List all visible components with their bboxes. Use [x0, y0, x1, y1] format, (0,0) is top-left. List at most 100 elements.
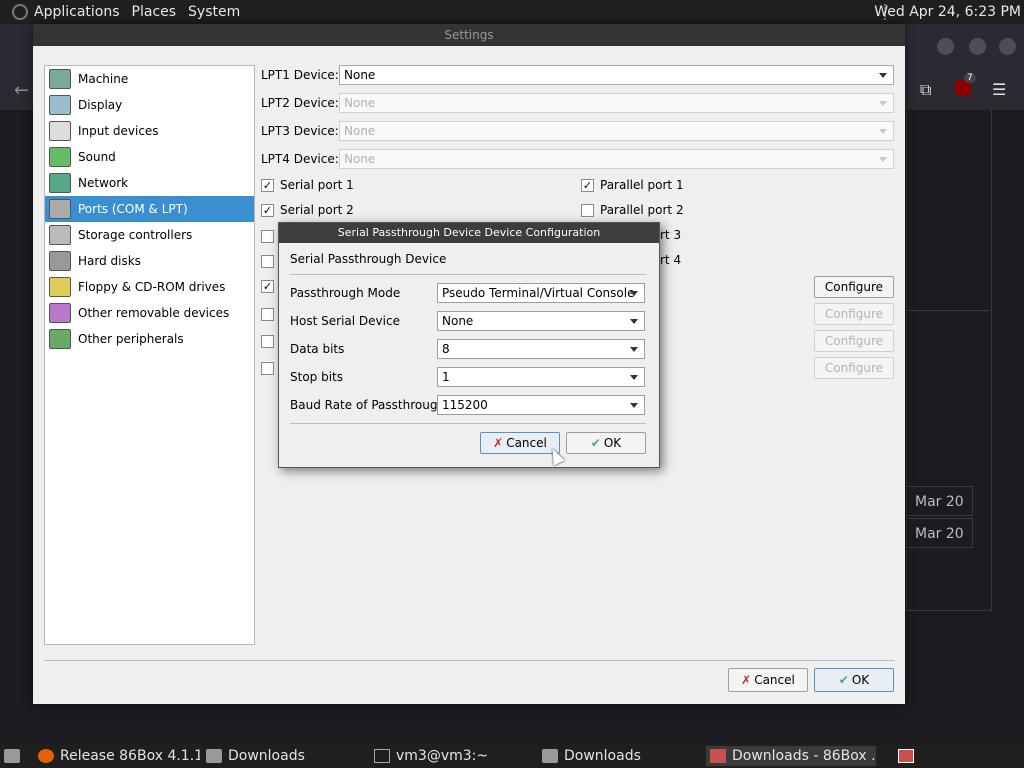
taskbar-item-86box-settings[interactable]: [894, 746, 924, 766]
settings-category-list: Machine Display Input devices Sound Netw…: [44, 65, 255, 645]
host-serial-device-label: Host Serial Device: [290, 314, 400, 328]
settings-titlebar[interactable]: Settings: [33, 24, 905, 46]
lpt2-value: None: [344, 96, 376, 110]
distribution-logo-icon[interactable]: [12, 4, 28, 20]
cancel-label: Cancel: [506, 436, 547, 450]
removable-icon: [49, 303, 71, 323]
sidebar-item-removable-devices[interactable]: Other removable devices: [45, 300, 254, 326]
taskbar-item-86box[interactable]: Downloads - 86Box ...: [706, 746, 876, 766]
serial-passthrough-4-checkbox[interactable]: [261, 362, 274, 375]
parallel-port-1-checkbox[interactable]: ✓: [581, 179, 594, 192]
minimize-window-icon[interactable]: [937, 38, 954, 55]
host-serial-device-select[interactable]: None: [437, 311, 645, 331]
sidebar-item-display[interactable]: Display: [45, 92, 254, 118]
serial-passthrough-3-checkbox[interactable]: [261, 335, 274, 348]
sidebar-item-label: Other removable devices: [78, 306, 230, 320]
lpt4-label: LPT4 Device:: [261, 152, 339, 166]
task-label: Downloads - 86Box ...: [732, 748, 876, 764]
extensions-icon[interactable]: ⧉: [920, 80, 931, 100]
ok-check-icon: ✔: [838, 673, 849, 687]
machine-icon: [49, 69, 71, 89]
passthrough-mode-value: Pseudo Terminal/Virtual Console: [442, 286, 635, 300]
taskbar-item-terminal[interactable]: vm3@vm3:~: [370, 746, 536, 766]
sidebar-item-floppy-cdrom[interactable]: Floppy & CD-ROM drives: [45, 274, 254, 300]
system-menu[interactable]: System: [182, 4, 246, 20]
86box-settings-icon: [898, 749, 914, 763]
stop-bits-label: Stop bits: [290, 370, 344, 384]
task-label: Release 86Box 4.1.1 ...: [60, 748, 200, 764]
ok-check-icon: ✔: [590, 436, 601, 450]
stop-bits-select[interactable]: 1: [437, 367, 645, 387]
panel-menu-bar: Applications Places System: [4, 4, 246, 20]
sidebar-item-label: Ports (COM & LPT): [78, 202, 188, 216]
sidebar-item-storage-controllers[interactable]: Storage controllers: [45, 222, 254, 248]
passthrough-mode-select[interactable]: Pseudo Terminal/Virtual Console: [437, 283, 645, 303]
task-label: vm3@vm3:~: [396, 748, 489, 764]
serial-passthrough-2-checkbox[interactable]: [261, 308, 274, 321]
cancel-label: Cancel: [754, 673, 795, 687]
lpt4-value: None: [344, 152, 376, 166]
cancel-x-icon: ✗: [741, 673, 752, 687]
sidebar-item-label: Display: [78, 98, 123, 112]
lpt2-device-select: None: [339, 93, 894, 113]
settings-ok-button[interactable]: ✔ OK: [814, 668, 894, 692]
parallel-port-4-label: rt 4: [660, 253, 682, 267]
lpt3-device-select: None: [339, 121, 894, 141]
cancel-x-icon: ✗: [493, 436, 504, 450]
serial-passthrough-dialog: Serial Passthrough Device Device Configu…: [278, 222, 660, 468]
places-menu[interactable]: Places: [126, 4, 183, 20]
hamburger-menu-icon[interactable]: ☰: [992, 80, 1006, 99]
sidebar-item-other-peripherals[interactable]: Other peripherals: [45, 326, 254, 352]
chevron-down-icon: [630, 347, 638, 352]
back-arrow-icon[interactable]: ←: [14, 80, 29, 101]
data-bits-label: Data bits: [290, 342, 345, 356]
ports-icon: [49, 199, 71, 219]
serial-port-4-checkbox[interactable]: [261, 255, 274, 268]
folder-icon: [206, 749, 222, 763]
sidebar-item-label: Network: [78, 176, 129, 190]
settings-cancel-button[interactable]: ✗ Cancel: [728, 668, 808, 692]
serial-port-1-checkbox[interactable]: ✓: [261, 179, 274, 192]
sidebar-item-sound[interactable]: Sound: [45, 144, 254, 170]
lpt1-label: LPT1 Device:: [261, 68, 339, 82]
parallel-port-1-label: Parallel port 1: [600, 178, 684, 192]
dialog-heading: Serial Passthrough Device: [290, 252, 447, 266]
chevron-down-icon: [630, 291, 638, 296]
divider: [906, 310, 990, 311]
maximize-window-icon[interactable]: [969, 38, 986, 55]
sidebar-item-input-devices[interactable]: Input devices: [45, 118, 254, 144]
show-desktop-button[interactable]: [0, 746, 22, 766]
lpt3-label: LPT3 Device:: [261, 124, 339, 138]
parallel-port-2-checkbox[interactable]: [581, 204, 594, 217]
sidebar-item-hard-disks[interactable]: Hard disks: [45, 248, 254, 274]
network-icon: [49, 173, 71, 193]
chevron-down-icon: [879, 73, 887, 78]
dialog-ok-button[interactable]: ✔ OK: [566, 432, 646, 454]
dialog-divider: [290, 274, 646, 275]
taskbar-item-downloads-2[interactable]: Downloads: [538, 746, 704, 766]
taskbar-item-firefox[interactable]: Release 86Box 4.1.1 ...: [34, 746, 200, 766]
sidebar-item-label: Sound: [78, 150, 116, 164]
data-bits-select[interactable]: 8: [437, 339, 645, 359]
sidebar-item-ports[interactable]: Ports (COM & LPT): [45, 196, 254, 222]
peripherals-icon: [49, 329, 71, 349]
serial-passthrough-1-checkbox[interactable]: ✓: [261, 280, 274, 293]
serial-port-3-checkbox[interactable]: [261, 230, 274, 243]
taskbar-item-downloads-1[interactable]: Downloads: [202, 746, 368, 766]
lpt1-device-select[interactable]: None: [339, 65, 894, 85]
configure-button-1[interactable]: Configure: [814, 276, 894, 298]
dialog-titlebar[interactable]: Serial Passthrough Device Device Configu…: [279, 223, 659, 243]
serial-port-2-checkbox[interactable]: ✓: [261, 204, 274, 217]
sidebar-item-machine[interactable]: Machine: [45, 66, 254, 92]
parallel-port-2-label: Parallel port 2: [600, 203, 684, 217]
clock[interactable]: Wed Apr 24, 6:23 PM: [874, 4, 1021, 20]
sidebar-item-network[interactable]: Network: [45, 170, 254, 196]
baud-rate-value: 115200: [442, 398, 488, 412]
sidebar-item-label: Other peripherals: [78, 332, 184, 346]
applications-menu[interactable]: Applications: [28, 4, 126, 20]
configure-button-2: Configure: [814, 303, 894, 325]
baud-rate-select[interactable]: 115200: [437, 395, 645, 415]
task-label: Downloads: [564, 748, 641, 764]
close-window-icon[interactable]: [999, 38, 1016, 55]
sidebar-item-label: Storage controllers: [78, 228, 193, 242]
